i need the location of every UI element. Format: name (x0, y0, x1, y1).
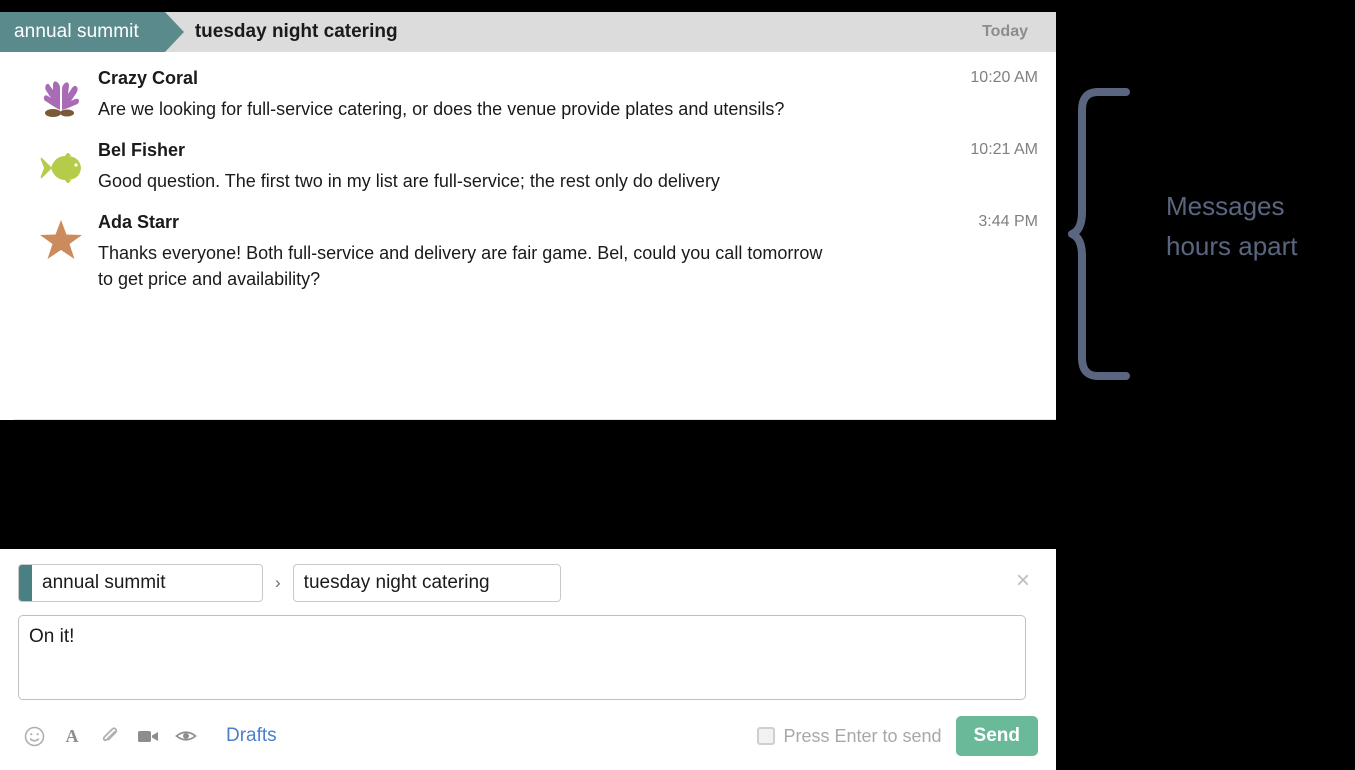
message-timestamp[interactable]: 3:44 PM (962, 210, 1038, 292)
starfish-icon (35, 214, 87, 266)
message-body: Crazy Coral Are we looking for full-serv… (90, 66, 954, 124)
message-row: Crazy Coral Are we looking for full-serv… (14, 58, 1056, 130)
topic-input[interactable] (292, 564, 561, 602)
screenshot-root: annual summit tuesday night catering Tod… (0, 0, 1355, 770)
press-enter-to-send-label: Press Enter to send (783, 725, 942, 746)
press-enter-to-send-checkbox[interactable] (757, 727, 776, 745)
message-sender[interactable]: Bel Fisher (98, 138, 954, 162)
avatar[interactable] (32, 210, 90, 268)
compose-box: › × On it! A (0, 549, 1056, 770)
message-body: Bel Fisher Good question. The first two … (90, 138, 954, 196)
message-panel: annual summit tuesday night catering Tod… (0, 12, 1056, 420)
stream-name-label: annual summit (14, 21, 139, 42)
message-row: Bel Fisher Good question. The first two … (14, 130, 1056, 202)
message-sender[interactable]: Crazy Coral (98, 66, 954, 90)
topic-name-label[interactable]: tuesday night catering (195, 21, 398, 43)
compose-send-group: Press Enter to send Send (757, 716, 1038, 756)
paperclip-icon[interactable] (98, 724, 122, 748)
close-icon[interactable]: × (1010, 569, 1036, 595)
message-body: Ada Starr Thanks everyone! Both full-ser… (90, 210, 962, 292)
date-label: Today (982, 23, 1028, 40)
compose-recipient-row: › × (18, 563, 1038, 603)
avatar[interactable] (32, 66, 90, 124)
message-text: Good question. The first two in my list … (98, 171, 720, 191)
annotation-group: Messages hours apart (1068, 88, 1355, 380)
svg-text:A: A (66, 726, 79, 746)
stream-input[interactable] (32, 564, 263, 602)
message-text: Thanks everyone! Both full-service and d… (98, 243, 823, 289)
panel-divider (14, 419, 1056, 420)
chevron-right-icon: › (275, 573, 281, 592)
message-timestamp[interactable]: 10:21 AM (954, 138, 1038, 196)
stream-name-tag[interactable]: annual summit (0, 12, 184, 52)
send-button[interactable]: Send (955, 716, 1038, 756)
message-text: Are we looking for full-service catering… (98, 99, 785, 119)
avatar[interactable] (32, 138, 90, 196)
stream-field-group (18, 564, 263, 602)
topic-header-bar: annual summit tuesday night catering Tod… (0, 12, 1056, 52)
coral-icon (35, 70, 87, 122)
stream-color-swatch (18, 564, 32, 602)
smiley-icon[interactable] (22, 724, 46, 748)
compose-toolbar: A Drafts Press Enter to send Send (18, 716, 1038, 756)
fish-icon (35, 142, 87, 194)
message-row: Ada Starr Thanks everyone! Both full-ser… (14, 202, 1056, 298)
annotation-label: Messages hours apart (1166, 191, 1298, 261)
video-camera-icon[interactable] (136, 724, 160, 748)
curly-brace-icon (1068, 88, 1138, 385)
drafts-link[interactable]: Drafts (226, 725, 277, 747)
message-sender[interactable]: Ada Starr (98, 210, 962, 234)
eye-icon[interactable] (174, 724, 198, 748)
message-input[interactable]: On it! (18, 615, 1026, 700)
message-list: Crazy Coral Are we looking for full-serv… (0, 52, 1056, 420)
message-timestamp[interactable]: 10:20 AM (954, 66, 1038, 124)
text-format-icon[interactable]: A (60, 724, 84, 748)
